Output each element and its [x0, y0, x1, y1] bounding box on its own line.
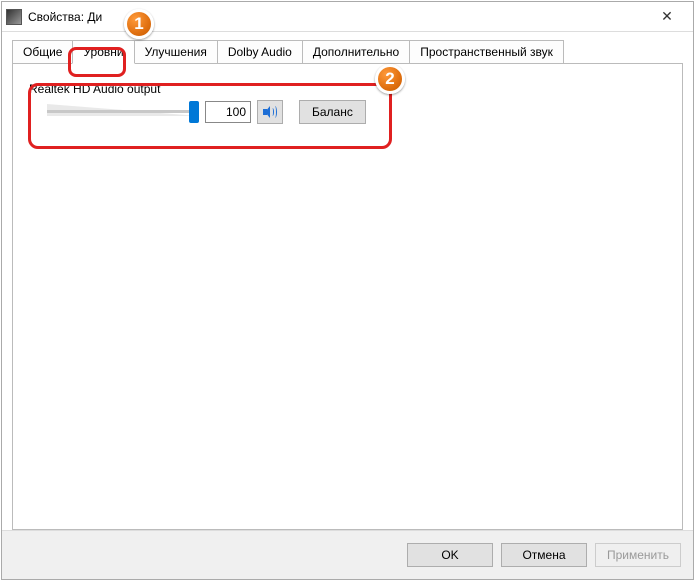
tab-dolby[interactable]: Dolby Audio: [217, 40, 303, 63]
volume-value-input[interactable]: [205, 101, 251, 123]
tab-levels[interactable]: Уровни: [72, 40, 134, 64]
close-button[interactable]: ✕: [645, 3, 689, 31]
slider-track: [47, 110, 199, 113]
apply-button[interactable]: Применить: [595, 543, 681, 567]
balance-button[interactable]: Баланс: [299, 100, 366, 124]
app-icon: [6, 9, 22, 25]
dialog-window: Свойства: Ди ✕ Общие Уровни Улучшения Do…: [1, 1, 694, 580]
device-section: Realtek HD Audio output: [29, 82, 666, 124]
close-icon: ✕: [661, 8, 673, 25]
tab-advanced[interactable]: Дополнительно: [302, 40, 410, 63]
tab-spatial[interactable]: Пространственный звук: [409, 40, 564, 63]
volume-slider[interactable]: [47, 100, 199, 124]
volume-control-row: Баланс: [47, 100, 666, 124]
tabs-row: Общие Уровни Улучшения Dolby Audio Допол…: [12, 40, 683, 63]
cancel-button[interactable]: Отмена: [501, 543, 587, 567]
mute-button[interactable]: [257, 100, 283, 124]
client-area: Общие Уровни Улучшения Dolby Audio Допол…: [2, 32, 693, 530]
tab-enhancements[interactable]: Улучшения: [134, 40, 218, 63]
ok-button[interactable]: OK: [407, 543, 493, 567]
slider-thumb[interactable]: [189, 101, 199, 123]
titlebar: Свойства: Ди ✕: [2, 2, 693, 32]
tab-panel-levels: Realtek HD Audio output: [12, 63, 683, 530]
tab-general[interactable]: Общие: [12, 40, 73, 63]
speaker-icon: [262, 104, 278, 120]
dialog-footer: OK Отмена Применить: [2, 530, 693, 579]
device-name: Realtek HD Audio output: [29, 82, 666, 96]
window-title: Свойства: Ди: [28, 10, 645, 24]
